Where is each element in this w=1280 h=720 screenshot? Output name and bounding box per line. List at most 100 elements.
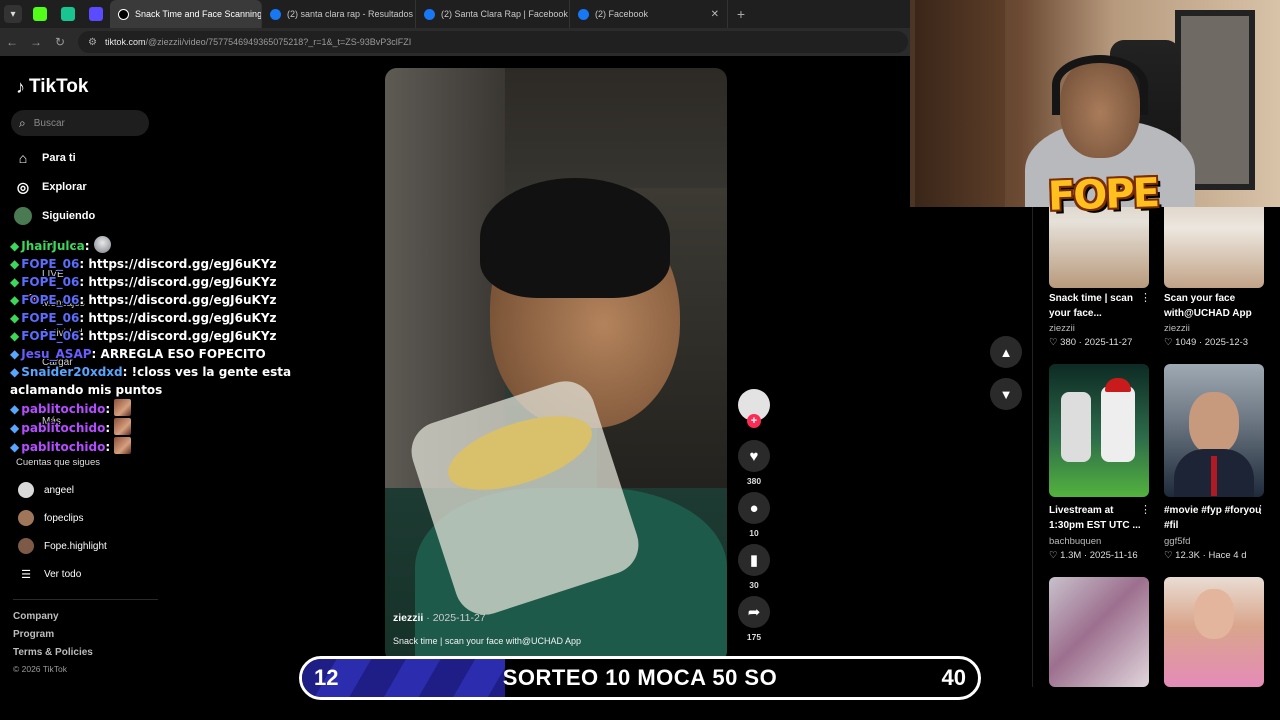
reload-icon[interactable]: ↻ xyxy=(48,35,72,49)
account-name: fopeclips xyxy=(44,512,84,524)
forward-icon[interactable]: → xyxy=(24,35,48,49)
nav-explore[interactable]: ◎ Explorar xyxy=(14,178,87,196)
tab-facebook[interactable]: (2) Facebook ✕ xyxy=(570,0,728,28)
card-author[interactable]: ziezzii xyxy=(1049,323,1075,334)
card-title[interactable]: Livestream at 1:30pm EST UTC ... xyxy=(1049,503,1149,533)
heart-icon: ♥ xyxy=(749,447,759,465)
pinned-tab-stream[interactable] xyxy=(82,0,110,28)
chat-badge-icon: ◆ xyxy=(10,275,20,289)
tiktok-logo[interactable]: ♪ TikTok xyxy=(16,76,88,98)
video-author[interactable]: ziezzii · 2025-11-27 xyxy=(393,612,486,624)
save-button[interactable]: ▮ xyxy=(738,544,770,576)
card-author[interactable]: ziezzii xyxy=(1164,323,1190,334)
browser-tab-bar: ▾ Snack Time and Face Scanning ✕ (2) san… xyxy=(0,0,910,28)
thumb-figure xyxy=(1061,392,1091,462)
chat-message: ◆ Snaider20xdxd: !closs ves la gente esta xyxy=(10,363,330,381)
chat-username: Jesu_ASAP xyxy=(21,347,92,361)
card-title[interactable]: Scan your face with@UCHAD App xyxy=(1164,291,1264,321)
chat-separator: : xyxy=(91,347,101,361)
emote-icon xyxy=(114,399,132,416)
comment-button[interactable]: ● xyxy=(738,492,770,524)
url-field[interactable]: ⚙ tiktok.com/@ziezzii/video/757754694936… xyxy=(78,31,908,53)
like-button[interactable]: ♥ xyxy=(738,440,770,472)
following-account[interactable]: Fope.highlight xyxy=(18,538,107,554)
card-thumbnail[interactable] xyxy=(1049,364,1149,497)
tab-tiktok[interactable]: Snack Time and Face Scanning ✕ xyxy=(110,0,262,28)
card-author[interactable]: bachbuquen xyxy=(1049,536,1101,547)
following-account[interactable]: angeel xyxy=(18,482,74,498)
chat-app-icon xyxy=(61,7,75,21)
more-options-icon[interactable]: ⋮ xyxy=(1140,291,1151,304)
card-date: 2025-11-16 xyxy=(1089,550,1138,561)
bookmark-icon: ▮ xyxy=(749,552,759,569)
more-options-icon[interactable]: ⋮ xyxy=(1140,503,1151,516)
heart-outline-icon: ♡ xyxy=(1049,550,1058,561)
chat-badge-icon: ◆ xyxy=(10,239,20,253)
chat-username: FOPE_06 xyxy=(21,257,80,271)
thumb-face xyxy=(1189,392,1239,454)
follow-plus-icon[interactable]: + xyxy=(747,414,761,428)
pinned-tab-chat[interactable] xyxy=(54,0,82,28)
stream-chat-overlay: ◆ JhairJulca: ◆ FOPE_06: https://discord.g… xyxy=(10,236,330,456)
share-button[interactable]: ➦ xyxy=(738,596,770,628)
copyright: © 2026 TikTok xyxy=(13,664,67,674)
avatar xyxy=(18,538,34,554)
chat-message: ◆ FOPE_06: https://discord.gg/egJ6uKYz xyxy=(10,291,330,309)
search-input[interactable]: ⌕ Buscar xyxy=(11,110,149,136)
like-count: 380 xyxy=(746,476,762,486)
nav-for-you[interactable]: ⌂ Para ti xyxy=(14,149,76,167)
chevron-up-icon: ▲ xyxy=(999,344,1013,360)
following-account[interactable]: fopeclips xyxy=(18,510,83,526)
video-date: 2025-11-27 xyxy=(432,612,486,624)
close-tab-icon[interactable]: ✕ xyxy=(703,9,719,20)
back-icon[interactable]: ← xyxy=(0,35,24,49)
chat-text: https://discord.gg/egJ6uKYz xyxy=(88,311,277,325)
nav-label: Siguiendo xyxy=(42,210,96,222)
footer-link-company[interactable]: Company xyxy=(13,611,59,622)
avatar xyxy=(18,510,34,526)
chat-message: ◆ FOPE_06: https://discord.gg/egJ6uKYz xyxy=(10,327,330,345)
search-placeholder: Buscar xyxy=(33,117,65,129)
chat-separator: : xyxy=(122,365,132,379)
url-path: /@ziezzii/video/7577546949365075218?_r=1… xyxy=(145,37,412,47)
tab-search-button[interactable]: ▾ xyxy=(4,5,22,23)
card-author[interactable]: ggf5fd xyxy=(1164,536,1190,547)
chat-message: ◆ Jesu_ASAP: ARREGLA ESO FOPECITO xyxy=(10,345,330,363)
chat-badge-icon: ◆ xyxy=(10,421,20,435)
previous-video-button[interactable]: ▲ xyxy=(990,336,1022,368)
footer-link-program[interactable]: Program xyxy=(13,629,54,640)
new-tab-button[interactable]: + xyxy=(728,6,754,22)
chat-text: aclamando mis puntos xyxy=(10,383,163,397)
thumb-santa-hat xyxy=(1105,378,1131,392)
card-meta: ♡ 1049 · 2025-12-3 xyxy=(1164,337,1249,348)
video-player[interactable]: ziezzii · 2025-11-27 Snack time | scan y… xyxy=(385,68,727,663)
author-name: ziezzii xyxy=(393,612,424,624)
footer-link-terms[interactable]: Terms & Policies xyxy=(13,647,93,658)
thumb-figure xyxy=(1101,386,1135,462)
tab-facebook-search[interactable]: (2) santa clara rap - Resultados ✕ xyxy=(262,0,416,28)
pinned-tab-kick[interactable] xyxy=(26,0,54,28)
next-video-button[interactable]: ▼ xyxy=(990,378,1022,410)
site-info-icon[interactable]: ⚙ xyxy=(88,37,97,48)
card-title[interactable]: Snack time | scan your face... xyxy=(1049,291,1149,321)
chat-badge-icon: ◆ xyxy=(10,365,20,379)
home-icon: ⌂ xyxy=(18,150,28,166)
nav-following[interactable]: Siguiendo xyxy=(14,207,95,225)
see-all-button[interactable]: ☰ Ver todo xyxy=(18,568,81,581)
more-options-icon[interactable]: ⋮ xyxy=(1255,503,1266,516)
tab-facebook-page[interactable]: (2) Santa Clara Rap | Facebook ✕ xyxy=(416,0,570,28)
card-title[interactable]: #movie #fyp #foryou #fil xyxy=(1164,503,1264,533)
card-thumbnail[interactable] xyxy=(1049,577,1149,687)
chat-badge-icon: ◆ xyxy=(10,402,20,416)
following-avatar-icon xyxy=(14,207,32,225)
chat-badge-icon: ◆ xyxy=(10,311,20,325)
card-thumbnail[interactable] xyxy=(1164,364,1264,497)
card-likes: 1049 xyxy=(1175,337,1197,348)
webcam-door xyxy=(915,0,1005,207)
card-thumbnail[interactable] xyxy=(1164,577,1264,687)
chat-username: pablitochido xyxy=(21,421,106,435)
divider xyxy=(13,599,158,600)
card-meta: ♡ 1.3M · 2025-11-16 xyxy=(1049,550,1138,561)
emote-icon xyxy=(93,236,111,253)
chat-badge-icon: ◆ xyxy=(10,347,20,361)
